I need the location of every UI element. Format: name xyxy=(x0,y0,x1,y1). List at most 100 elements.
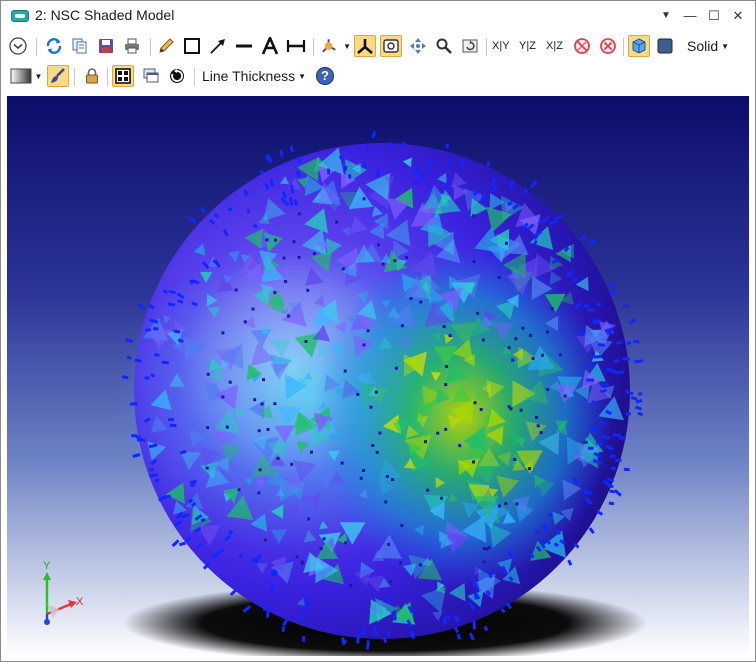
ray-segment xyxy=(124,338,134,343)
ray-segment xyxy=(132,453,141,458)
view-xz-button[interactable]: X|Z xyxy=(546,35,563,57)
ray-segment xyxy=(607,484,614,489)
save-icon xyxy=(99,39,113,53)
window-menu-dropdown-button[interactable]: ▼ xyxy=(655,6,677,26)
view-xy-button[interactable]: X|Y xyxy=(492,35,510,57)
reset-view-button[interactable] xyxy=(459,35,481,57)
ray-hit-dot xyxy=(307,517,311,521)
rotate-view-dropdown[interactable]: ▼ xyxy=(319,35,351,57)
chevron-down-icon: ▼ xyxy=(343,41,351,51)
ray-hit-dot xyxy=(436,431,440,435)
draw-line-button[interactable] xyxy=(233,35,255,57)
rectangle-icon xyxy=(184,38,200,54)
refresh-icon xyxy=(46,38,62,54)
zoom-button[interactable] xyxy=(433,35,455,57)
clear-icon xyxy=(600,38,616,54)
ray-hit-dot xyxy=(440,496,443,500)
auto-update-button[interactable] xyxy=(166,65,188,87)
ray-segment xyxy=(578,234,587,242)
ray-hit-dot xyxy=(442,325,446,329)
ray-segment xyxy=(187,216,197,223)
pencil-icon xyxy=(159,38,174,53)
ray-hit-dot xyxy=(322,537,326,541)
ray-hit-dot xyxy=(391,478,394,481)
windows-icon xyxy=(143,68,159,83)
ray-segment xyxy=(177,298,184,304)
ray-segment xyxy=(532,240,538,246)
ray-hit-dot xyxy=(378,431,382,435)
window-title: 2: NSC Shaded Model xyxy=(35,7,175,23)
ray-hit-dot xyxy=(304,340,308,343)
ray-hit-dot xyxy=(356,393,360,396)
draw-arrow-button[interactable] xyxy=(207,35,229,57)
hide-ray-button[interactable] xyxy=(571,35,593,57)
ray-segment xyxy=(616,370,625,375)
title-bar[interactable]: 2: NSC Shaded Model ▼ — ☐ ✕ xyxy=(1,1,755,31)
maximize-button[interactable]: ☐ xyxy=(703,6,725,26)
ray-segment xyxy=(173,329,181,334)
ray-segment xyxy=(588,363,595,368)
pan-button[interactable] xyxy=(407,35,429,57)
clear-rays-button[interactable] xyxy=(597,35,619,57)
ray-segment xyxy=(608,283,616,288)
shaded-square-button[interactable] xyxy=(654,35,676,57)
ray-segment xyxy=(547,512,553,518)
3d-viewport[interactable]: Y X xyxy=(7,96,749,656)
save-button[interactable] xyxy=(95,35,117,57)
ray-segment xyxy=(148,443,158,449)
snapshot-view-button[interactable] xyxy=(380,35,402,57)
window-layout-button[interactable] xyxy=(112,65,134,87)
toolbar-separator xyxy=(107,68,108,86)
ray-segment xyxy=(375,169,381,178)
background-color-dropdown[interactable]: ▼ xyxy=(9,65,43,87)
ray-segment xyxy=(612,433,621,438)
chevron-down-icon: ▼ xyxy=(34,71,43,81)
ray-segment xyxy=(211,553,218,559)
solid-cube-button[interactable] xyxy=(628,35,650,57)
ray-segment xyxy=(371,130,377,139)
ray-segment xyxy=(163,289,169,295)
ray-segment xyxy=(613,489,622,497)
brush-tool-button[interactable] xyxy=(47,65,69,87)
close-button[interactable]: ✕ xyxy=(727,6,749,26)
settings-chevron-button[interactable] xyxy=(7,35,29,57)
toolbar-separator xyxy=(74,68,75,86)
help-button[interactable]: ? xyxy=(314,65,336,87)
dimension-icon xyxy=(286,40,306,52)
ray-segment xyxy=(509,179,515,189)
ray-segment xyxy=(637,411,644,417)
view-yz-button[interactable]: Y|Z xyxy=(519,35,536,57)
draw-text-button[interactable] xyxy=(259,35,281,57)
draw-dimension-button[interactable] xyxy=(285,35,307,57)
ray-segment xyxy=(168,289,177,295)
ray-hit-dot xyxy=(509,407,513,411)
ray-hit-dot xyxy=(377,243,380,247)
axes-view-button[interactable] xyxy=(354,35,376,57)
ray-hit-dot xyxy=(539,431,543,435)
copy-button[interactable] xyxy=(69,35,91,57)
minimize-button[interactable]: — xyxy=(679,6,701,26)
rotate-axes-icon xyxy=(322,39,336,53)
draw-pencil-button[interactable] xyxy=(155,35,177,57)
ray-hit-dot xyxy=(444,383,448,387)
draw-rectangle-button[interactable] xyxy=(181,35,203,57)
ray-segment xyxy=(200,517,206,523)
toolbar-separator xyxy=(486,38,487,56)
line-thickness-dropdown[interactable]: Line Thickness ▼ xyxy=(202,65,306,87)
render-mode-dropdown[interactable]: Solid ▼ xyxy=(687,35,729,57)
ray-segment xyxy=(605,367,613,372)
ray-hit-dot xyxy=(306,288,310,292)
window-list-button[interactable] xyxy=(140,65,162,87)
update-button[interactable] xyxy=(43,35,65,57)
ray-hit-dot xyxy=(558,353,562,357)
print-button[interactable] xyxy=(121,35,143,57)
lock-icon xyxy=(86,68,98,84)
ray-hit-dot xyxy=(273,402,277,406)
ray-segment xyxy=(472,620,476,630)
ray-segment xyxy=(121,375,129,380)
lock-button[interactable] xyxy=(81,65,103,87)
ray-hit-dot xyxy=(343,369,347,373)
ray-segment xyxy=(246,208,251,214)
ray-hit-dot xyxy=(476,311,480,315)
ray-hit-dot xyxy=(263,538,267,542)
